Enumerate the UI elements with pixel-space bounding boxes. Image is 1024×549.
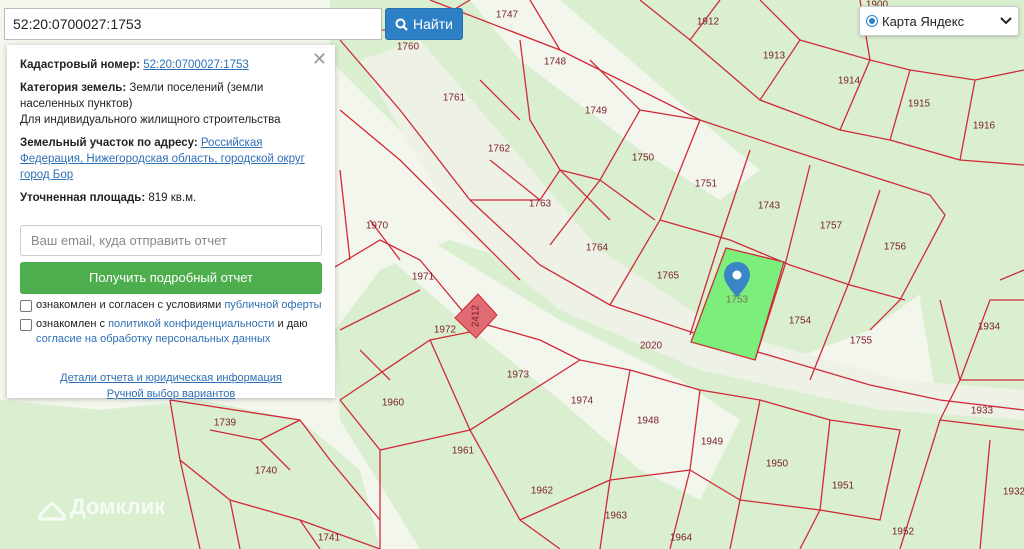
consent-privacy-text-2: и даю xyxy=(277,318,308,330)
consent-privacy-row: ознакомлен с политикой конфиденциальност… xyxy=(20,317,322,347)
plot-label: 1765 xyxy=(657,271,680,282)
plot-label: 1962 xyxy=(531,486,554,497)
consent-offer-checkbox[interactable] xyxy=(20,300,32,312)
plot-label: 1950 xyxy=(766,459,789,470)
usage-value: Для индивидуального жилищного строительс… xyxy=(20,114,281,126)
consent-offer-text: ознакомлен и согласен с условиями xyxy=(36,299,222,311)
plot-label: 1913 xyxy=(763,51,786,62)
plot-label: 1914 xyxy=(838,76,861,87)
plot-label: 1751 xyxy=(695,179,718,190)
get-report-button[interactable]: Получить подробный отчет xyxy=(20,262,322,294)
consent-privacy-checkbox[interactable] xyxy=(20,319,32,331)
plot-label: 1952 xyxy=(892,527,915,538)
search-input[interactable] xyxy=(4,8,382,40)
cadastral-link[interactable]: 52:20:0700027:1753 xyxy=(143,59,249,71)
plot-label: 1916 xyxy=(973,121,996,132)
plot-label: 2020 xyxy=(640,341,663,352)
plot-label: 1974 xyxy=(571,396,594,407)
radio-selected-icon xyxy=(866,15,878,27)
area-label: Уточненная площадь: xyxy=(20,192,146,204)
plot-label: 1761 xyxy=(443,93,466,104)
category-row: Категория земель: Земли поселений (земли… xyxy=(20,80,322,128)
area-row: Уточненная площадь: 819 кв.м. xyxy=(20,190,322,206)
search-button-label: Найти xyxy=(413,16,453,32)
consent-privacy-text: ознакомлен с xyxy=(36,318,106,330)
plot-label: 1749 xyxy=(585,106,608,117)
address-row: Земельный участок по адресу: Российская … xyxy=(20,135,322,183)
parcel-info-panel: ✕ Кадастровый номер: 52:20:0700027:1753 … xyxy=(7,45,335,400)
plot-label: 1739 xyxy=(214,418,237,429)
plot-label: 1747 xyxy=(496,10,519,21)
plot-label: 1754 xyxy=(789,316,812,327)
plot-label: 1750 xyxy=(632,153,655,164)
plot-label: 1763 xyxy=(529,199,552,210)
search-button[interactable]: Найти xyxy=(385,8,463,40)
email-field[interactable] xyxy=(20,225,322,256)
plot-label: 1960 xyxy=(382,398,405,409)
cadastral-row: Кадастровый номер: 52:20:0700027:1753 xyxy=(20,57,322,73)
plot-label: 1963 xyxy=(605,511,628,522)
manual-select-link[interactable]: Ручной выбор вариантов xyxy=(107,388,235,400)
plot-label: 1933 xyxy=(971,406,994,417)
plot-label: 1762 xyxy=(488,144,511,155)
plot-label: 1755 xyxy=(850,336,873,347)
plot-label: 1961 xyxy=(452,446,475,457)
plot-label: 1949 xyxy=(701,437,724,448)
privacy-policy-link[interactable]: политикой конфиденциальности xyxy=(108,318,274,330)
close-icon[interactable]: ✕ xyxy=(312,50,327,68)
category-label: Категория земель: xyxy=(20,82,127,94)
plot-label: 1915 xyxy=(908,99,931,110)
plot-label: 1760 xyxy=(397,42,420,53)
plot-label: 1951 xyxy=(832,481,855,492)
details-link[interactable]: Детали отчета и юридическая информация xyxy=(60,372,282,384)
bottom-links: Детали отчета и юридическая информация Р… xyxy=(20,370,322,402)
plot-label: 1948 xyxy=(637,416,660,427)
plot-label: 1743 xyxy=(758,201,781,212)
plot-label: 1934 xyxy=(978,322,1001,333)
plot-label: 1964 xyxy=(670,533,693,544)
address-label: Земельный участок по адресу: xyxy=(20,137,198,149)
map-type-label: Карта Яндекс xyxy=(882,13,965,29)
plot-label: 1764 xyxy=(586,243,609,254)
plot-label: 1973 xyxy=(507,370,530,381)
area-value: 819 кв.м. xyxy=(148,192,197,204)
plot-label: 1741 xyxy=(318,533,341,544)
plot-label: 1971 xyxy=(412,272,435,283)
chevron-down-icon xyxy=(1000,14,1012,28)
plot-label: 2412 xyxy=(471,304,482,327)
watermark-text: Домклик xyxy=(70,494,166,519)
search-icon xyxy=(395,18,408,31)
plot-label: 1757 xyxy=(820,221,843,232)
plot-label: 1912 xyxy=(697,17,720,28)
plot-label: 1972 xyxy=(434,325,457,336)
plot-label: 1932 xyxy=(1003,487,1024,498)
plot-label: 1748 xyxy=(544,57,567,68)
offer-link[interactable]: публичной оферты xyxy=(224,299,321,311)
consent-offer-row: ознакомлен и согласен с условиями публич… xyxy=(20,298,322,313)
plot-label: 1756 xyxy=(884,242,907,253)
map-type-selector[interactable]: Карта Яндекс xyxy=(859,6,1019,36)
plot-label: 1970 xyxy=(366,221,389,232)
plot-label: 1740 xyxy=(255,466,278,477)
personal-data-link[interactable]: согласие на обработку персональных данны… xyxy=(36,333,270,345)
cadastral-label: Кадастровый номер: xyxy=(20,59,141,71)
